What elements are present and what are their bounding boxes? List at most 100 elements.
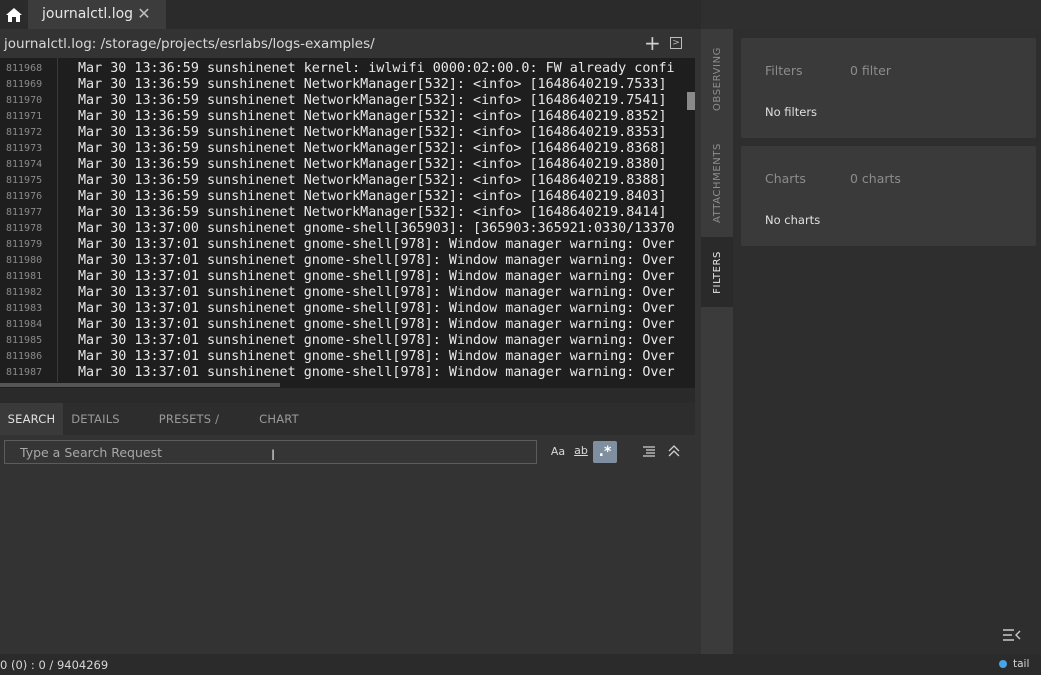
- row-number: 811978: [6, 223, 43, 234]
- log-row[interactable]: 811979 Mar 30 13:37:01 sunshinenet gnome-…: [0, 237, 695, 253]
- row-text: Mar 30 13:36:59 sunshinenet NetworkManag…: [78, 173, 667, 188]
- tab-observing[interactable]: OBSERVING: [701, 29, 733, 129]
- bottom-tab-bar: SEARCH DETAILS PRESETS / HISTORY CHART: [0, 403, 695, 458]
- log-row[interactable]: 811968 Mar 30 13:36:59 sunshinenet kernel…: [0, 61, 695, 77]
- log-row[interactable]: 811969 Mar 30 13:36:59 sunshinenet Networ…: [0, 77, 695, 93]
- row-text: Mar 30 13:36:59 sunshinenet NetworkManag…: [78, 109, 667, 124]
- log-row[interactable]: 811985 Mar 30 13:37:01 sunshinenet gnome-…: [0, 333, 695, 349]
- vertical-scrollbar-thumb[interactable]: [687, 92, 695, 110]
- chevron-up-double-icon[interactable]: [667, 444, 681, 460]
- row-number: 811976: [6, 191, 43, 202]
- log-row[interactable]: 811970 Mar 30 13:36:59 sunshinenet Networ…: [0, 93, 695, 109]
- log-row[interactable]: 811984 Mar 30 13:37:01 sunshinenet gnome-…: [0, 317, 695, 333]
- row-text: Mar 30 13:37:01 sunshinenet gnome-shell[…: [78, 285, 675, 300]
- row-text: Mar 30 13:36:59 sunshinenet NetworkManag…: [78, 157, 667, 172]
- home-button[interactable]: [0, 0, 28, 29]
- tab-attachments[interactable]: ATTACHMENTS: [701, 129, 733, 237]
- row-text: Mar 30 13:37:01 sunshinenet gnome-shell[…: [78, 365, 675, 380]
- match-case-toggle[interactable]: Aa: [549, 444, 567, 460]
- tab-chart[interactable]: CHART: [255, 403, 303, 435]
- row-number: 811986: [6, 351, 43, 362]
- row-text: Mar 30 13:37:01 sunshinenet gnome-shell[…: [78, 253, 675, 268]
- row-text: Mar 30 13:36:59 sunshinenet NetworkManag…: [78, 205, 667, 220]
- charts-count: 0 charts: [850, 171, 901, 186]
- tail-label[interactable]: tail: [1013, 658, 1029, 670]
- tab-filters[interactable]: FILTERS: [701, 237, 733, 307]
- text-cursor-icon: I: [271, 448, 276, 464]
- path-bar: journalctl.log: /storage/projects/esrlab…: [0, 29, 695, 57]
- list-icon[interactable]: [642, 445, 656, 459]
- toggle-panel-icon[interactable]: >: [670, 37, 682, 49]
- log-row[interactable]: 811981 Mar 30 13:37:01 sunshinenet gnome-…: [0, 269, 695, 285]
- row-text: Mar 30 13:36:59 sunshinenet kernel: iwlw…: [78, 61, 675, 76]
- row-number: 811977: [6, 207, 43, 218]
- row-text: Mar 30 13:37:01 sunshinenet gnome-shell[…: [78, 301, 675, 316]
- panel-splitter[interactable]: [0, 388, 695, 403]
- row-text: Mar 30 13:36:59 sunshinenet NetworkManag…: [78, 141, 667, 156]
- row-number: 811971: [6, 111, 43, 122]
- home-icon: [6, 7, 22, 22]
- row-number: 811975: [6, 175, 43, 186]
- tab-observing-label: OBSERVING: [711, 46, 723, 112]
- row-number: 811974: [6, 159, 43, 170]
- add-icon[interactable]: +: [644, 33, 661, 53]
- tab-presets-history[interactable]: PRESETS / HISTORY: [133, 403, 245, 458]
- row-text: Mar 30 13:37:01 sunshinenet gnome-shell[…: [78, 349, 675, 364]
- log-row[interactable]: 811977 Mar 30 13:36:59 sunshinenet Networ…: [0, 205, 695, 221]
- row-text: Mar 30 13:36:59 sunshinenet NetworkManag…: [78, 93, 667, 108]
- match-word-toggle[interactable]: ab: [571, 444, 591, 460]
- filters-card: Filters 0 filter No filters: [741, 38, 1036, 138]
- log-row[interactable]: 811974 Mar 30 13:36:59 sunshinenet Networ…: [0, 157, 695, 173]
- row-number: 811985: [6, 335, 43, 346]
- row-text: Mar 30 13:36:59 sunshinenet NetworkManag…: [78, 189, 667, 204]
- log-row[interactable]: 811986 Mar 30 13:37:01 sunshinenet gnome-…: [0, 349, 695, 365]
- log-row[interactable]: 811976 Mar 30 13:36:59 sunshinenet Networ…: [0, 189, 695, 205]
- collapse-menu-icon[interactable]: [1002, 628, 1022, 644]
- tab-details[interactable]: DETAILS: [68, 403, 123, 435]
- row-text: Mar 30 13:37:01 sunshinenet gnome-shell[…: [78, 333, 675, 348]
- status-bar: [0, 654, 1041, 675]
- close-icon[interactable]: ✕: [135, 4, 153, 24]
- right-top-strip: [701, 0, 1041, 29]
- row-text: Mar 30 13:36:59 sunshinenet NetworkManag…: [78, 125, 667, 140]
- row-number: 811970: [6, 95, 43, 106]
- row-text: Mar 30 13:37:01 sunshinenet gnome-shell[…: [78, 237, 675, 252]
- row-text: Mar 30 13:36:59 sunshinenet NetworkManag…: [78, 77, 667, 92]
- tab-journalctl-log[interactable]: journalctl.log ✕: [28, 0, 166, 29]
- tab-search[interactable]: SEARCH: [0, 403, 63, 435]
- log-row[interactable]: 811978 Mar 30 13:37:00 sunshinenet gnome-…: [0, 221, 695, 237]
- search-panel: [0, 435, 695, 653]
- log-row[interactable]: 811980 Mar 30 13:37:01 sunshinenet gnome-…: [0, 253, 695, 269]
- row-number: 811972: [6, 127, 43, 138]
- tab-label: journalctl.log: [42, 6, 134, 22]
- log-row[interactable]: 811971 Mar 30 13:36:59 sunshinenet Networ…: [0, 109, 695, 125]
- filters-title: Filters: [765, 63, 803, 78]
- tab-filters-label: FILTERS: [711, 250, 723, 294]
- tail-indicator-icon: [999, 660, 1007, 668]
- log-row[interactable]: 811972 Mar 30 13:36:59 sunshinenet Networ…: [0, 125, 695, 141]
- row-number: 811973: [6, 143, 43, 154]
- log-view[interactable]: 811968 Mar 30 13:36:59 sunshinenet kernel…: [0, 58, 695, 388]
- row-text: Mar 30 13:37:00 sunshinenet gnome-shell[…: [78, 221, 675, 236]
- row-number: 811979: [6, 239, 43, 250]
- file-path-label: journalctl.log: /storage/projects/esrlab…: [4, 36, 375, 52]
- log-row[interactable]: 811973 Mar 30 13:36:59 sunshinenet Networ…: [0, 141, 695, 157]
- log-row[interactable]: 811987 Mar 30 13:37:01 sunshinenet gnome-…: [0, 365, 695, 381]
- filters-empty-message: No filters: [765, 105, 818, 119]
- filters-count: 0 filter: [850, 63, 892, 78]
- row-number: 811968: [6, 63, 43, 74]
- gutter-divider: [57, 58, 58, 382]
- row-number: 811982: [6, 287, 43, 298]
- row-number: 811969: [6, 79, 43, 90]
- log-row[interactable]: 811975 Mar 30 13:36:59 sunshinenet Networ…: [0, 173, 695, 189]
- log-row[interactable]: 811983 Mar 30 13:37:01 sunshinenet gnome-…: [0, 301, 695, 317]
- row-text: Mar 30 13:37:01 sunshinenet gnome-shell[…: [78, 269, 675, 284]
- horizontal-scrollbar-thumb[interactable]: [0, 383, 280, 387]
- regex-toggle[interactable]: .*: [593, 441, 617, 463]
- tab-attachments-label: ATTACHMENTS: [711, 143, 723, 223]
- charts-title: Charts: [765, 171, 806, 186]
- row-number: 811980: [6, 255, 43, 266]
- log-row[interactable]: 811982 Mar 30 13:37:01 sunshinenet gnome-…: [0, 285, 695, 301]
- row-number: 811981: [6, 271, 43, 282]
- charts-empty-message: No charts: [765, 213, 821, 227]
